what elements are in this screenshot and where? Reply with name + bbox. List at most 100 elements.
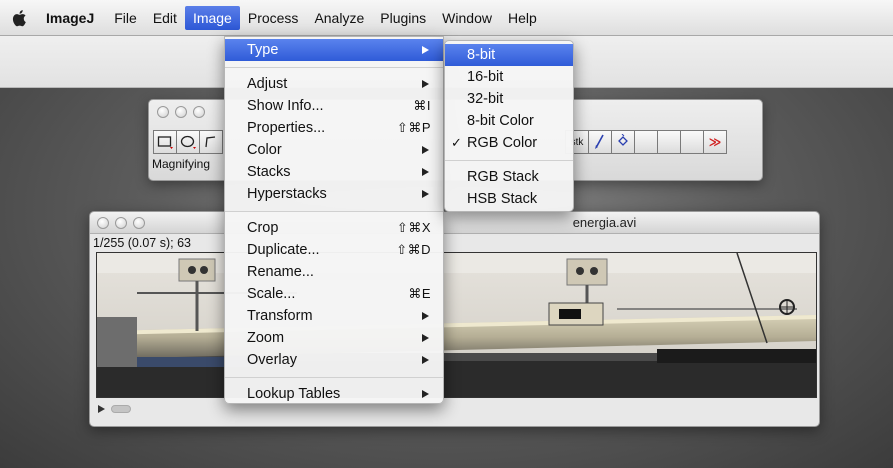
minimize-window-button[interactable]	[115, 217, 127, 229]
menu-item-label: Crop	[247, 220, 279, 236]
menu-file[interactable]: File	[106, 6, 145, 30]
playback-controls	[98, 405, 131, 413]
menu-app-imagej[interactable]: ImageJ	[40, 6, 106, 30]
menu-item-label: Type	[247, 42, 279, 58]
menu-item-show-info[interactable]: Show Info... ⌘I	[225, 95, 443, 117]
window-controls	[97, 217, 145, 229]
polygon-icon	[205, 136, 216, 148]
menu-window[interactable]: Window	[434, 6, 500, 30]
submenu-item-rgb-color[interactable]: ✓ RGB Color	[445, 132, 573, 154]
submenu-arrow-icon	[422, 146, 429, 154]
rectangle-selection-tool[interactable]	[153, 130, 177, 154]
menu-analyze[interactable]: Analyze	[306, 6, 372, 30]
play-icon[interactable]	[98, 405, 105, 413]
oval-selection-tool[interactable]	[176, 130, 200, 154]
submenu-arrow-icon	[422, 312, 429, 320]
submenu-item-rgb-stack[interactable]: RGB Stack	[445, 166, 573, 188]
frame-slider[interactable]	[111, 405, 131, 413]
menu-process[interactable]: Process	[240, 6, 307, 30]
apple-logo-icon[interactable]	[0, 9, 40, 27]
rectangle-icon	[157, 136, 173, 149]
menu-item-rename[interactable]: Rename...	[225, 261, 443, 283]
close-window-button[interactable]	[157, 106, 169, 118]
oval-icon	[180, 135, 196, 149]
submenu-item-label: RGB Color	[467, 135, 538, 151]
menu-item-color[interactable]: Color	[225, 139, 443, 161]
menu-bar: ImageJ File Edit Image Process Analyze P…	[0, 0, 893, 36]
menu-item-duplicate[interactable]: Duplicate... ⇧⌘D	[225, 239, 443, 261]
menu-image[interactable]: Image	[184, 5, 240, 30]
menu-item-scale[interactable]: Scale... ⌘E	[225, 283, 443, 305]
frame-info-text: 1/255 (0.07 s); 63	[93, 236, 191, 250]
submenu-arrow-icon	[422, 356, 429, 364]
empty-tool-slot[interactable]	[680, 130, 704, 154]
menu-separator	[225, 67, 443, 68]
submenu-arrow-icon	[422, 168, 429, 176]
video-window: energia.avi 1/255 (0.07 s); 63	[89, 211, 820, 427]
submenu-item-16bit[interactable]: 16-bit	[445, 66, 573, 88]
menu-separator	[445, 160, 573, 161]
flood-fill-tool[interactable]	[611, 130, 635, 154]
zoom-window-button[interactable]	[133, 217, 145, 229]
polygon-selection-tool[interactable]	[199, 130, 223, 154]
menu-item-shortcut: ⌘E	[408, 286, 431, 301]
menu-item-zoom[interactable]: Zoom	[225, 327, 443, 349]
submenu-item-8bit[interactable]: 8-bit	[445, 44, 573, 66]
menu-item-shortcut: ⇧⌘X	[396, 220, 431, 235]
air-track-photo	[97, 253, 816, 397]
menu-item-shortcut: ⇧⌘D	[396, 242, 431, 257]
menu-item-label: Transform	[247, 308, 313, 324]
zoom-window-button[interactable]	[193, 106, 205, 118]
tool-buttons-right: stk ≫	[565, 130, 727, 154]
submenu-arrow-icon	[422, 390, 429, 398]
submenu-item-label: RGB Stack	[467, 169, 539, 185]
menu-item-label: Hyperstacks	[247, 186, 327, 202]
menu-item-label: Overlay	[247, 352, 297, 368]
menu-item-transform[interactable]: Transform	[225, 305, 443, 327]
menu-item-overlay[interactable]: Overlay	[225, 349, 443, 371]
menu-item-label: Color	[247, 142, 282, 158]
more-tools-button[interactable]: ≫	[703, 130, 727, 154]
menu-item-properties[interactable]: Properties... ⇧⌘P	[225, 117, 443, 139]
close-window-button[interactable]	[97, 217, 109, 229]
menu-help[interactable]: Help	[500, 6, 545, 30]
submenu-item-hsb-stack[interactable]: HSB Stack	[445, 188, 573, 210]
submenu-arrow-icon	[422, 334, 429, 342]
submenu-item-8bit-color[interactable]: 8-bit Color	[445, 110, 573, 132]
submenu-item-32bit[interactable]: 32-bit	[445, 88, 573, 110]
menu-plugins[interactable]: Plugins	[372, 6, 434, 30]
checkmark-icon: ✓	[451, 135, 462, 150]
menu-item-label: Scale...	[247, 286, 296, 302]
menu-item-lookup-tables[interactable]: Lookup Tables	[225, 383, 443, 405]
submenu-item-label: 32-bit	[467, 91, 504, 107]
submenu-arrow-icon	[422, 80, 429, 88]
submenu-item-label: 8-bit Color	[467, 113, 534, 129]
brush-tool[interactable]	[588, 130, 612, 154]
video-window-title: energia.avi	[572, 215, 637, 230]
menu-edit[interactable]: Edit	[145, 6, 185, 30]
menu-item-label: Duplicate...	[247, 242, 320, 258]
empty-tool-slot[interactable]	[634, 130, 658, 154]
menu-item-label: Properties...	[247, 120, 326, 136]
submenu-arrow-icon	[422, 46, 429, 54]
menu-item-shortcut: ⇧⌘P	[396, 120, 431, 135]
menu-item-type[interactable]: Type	[225, 39, 443, 61]
menu-item-crop[interactable]: Crop ⇧⌘X	[225, 217, 443, 239]
tool-buttons-left	[153, 130, 223, 154]
empty-tool-slot[interactable]	[657, 130, 681, 154]
video-frame-image[interactable]	[96, 252, 817, 398]
menu-item-label: Show Info...	[247, 98, 324, 114]
menu-item-label: Zoom	[247, 330, 285, 346]
video-window-titlebar[interactable]: energia.avi	[90, 212, 819, 234]
menu-item-label: Adjust	[247, 76, 288, 92]
menu-item-stacks[interactable]: Stacks	[225, 161, 443, 183]
menu-item-hyperstacks[interactable]: Hyperstacks	[225, 183, 443, 205]
menu-item-label: Rename...	[247, 264, 314, 280]
menu-item-adjust[interactable]: Adjust	[225, 73, 443, 95]
menu-item-shortcut: ⌘I	[413, 98, 431, 113]
menu-item-label: Stacks	[247, 164, 291, 180]
flood-fill-icon	[618, 134, 628, 146]
minimize-window-button[interactable]	[175, 106, 187, 118]
submenu-item-label: HSB Stack	[467, 191, 538, 207]
window-controls	[157, 106, 205, 118]
